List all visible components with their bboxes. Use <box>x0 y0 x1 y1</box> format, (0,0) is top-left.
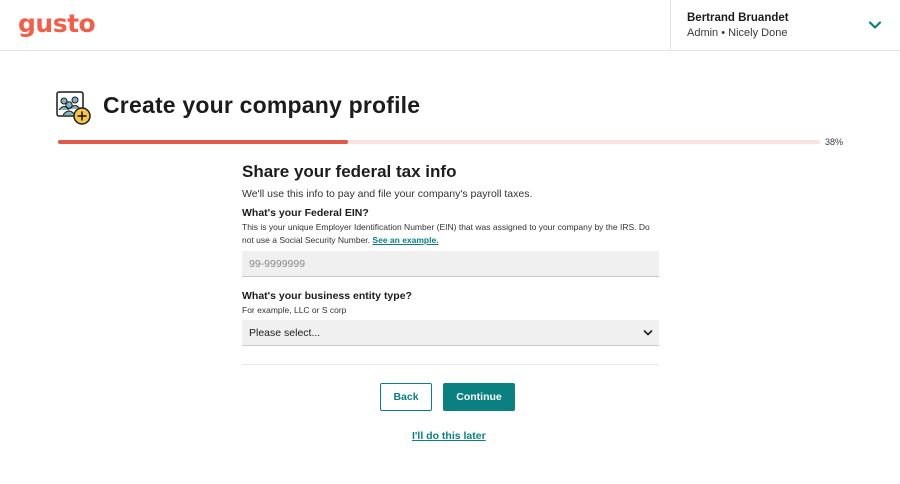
progress-bar-fill <box>58 140 348 144</box>
entity-type-label: What's your business entity type? <box>242 290 412 302</box>
divider <box>242 364 659 365</box>
user-menu[interactable]: Bertrand Bruandet Admin • Nicely Done <box>670 0 900 51</box>
ein-help-text: This is your unique Employer Identificat… <box>242 221 659 247</box>
team-add-icon <box>56 91 91 125</box>
continue-button[interactable]: Continue <box>443 383 515 411</box>
progress-label: 38% <box>825 137 844 147</box>
do-this-later-link[interactable]: I'll do this later <box>412 430 486 442</box>
gusto-logo[interactable]: gusto <box>18 9 96 38</box>
user-name: Bertrand Bruandet <box>687 12 789 24</box>
top-bar: gusto Bertrand Bruandet Admin • Nicely D… <box>0 0 900 51</box>
section-subtitle: We'll use this info to pay and file your… <box>242 188 533 200</box>
entity-type-help: For example, LLC or S corp <box>242 305 347 315</box>
chevron-down-icon[interactable] <box>868 18 882 32</box>
entity-type-select[interactable]: Please select... <box>242 320 659 346</box>
ein-help-body: This is your unique Employer Identificat… <box>242 222 650 245</box>
page-title: Create your company profile <box>103 92 421 118</box>
section-title: Share your federal tax info <box>242 162 457 181</box>
ein-input[interactable] <box>242 251 659 277</box>
progress-bar <box>58 140 820 144</box>
ein-label: What's your Federal EIN? <box>242 207 369 219</box>
entity-type-selected: Please select... <box>249 327 321 339</box>
user-role: Admin • Nicely Done <box>687 27 788 39</box>
back-button[interactable]: Back <box>380 383 432 411</box>
chevron-down-icon <box>643 330 653 336</box>
see-example-link[interactable]: See an example. <box>372 235 438 245</box>
